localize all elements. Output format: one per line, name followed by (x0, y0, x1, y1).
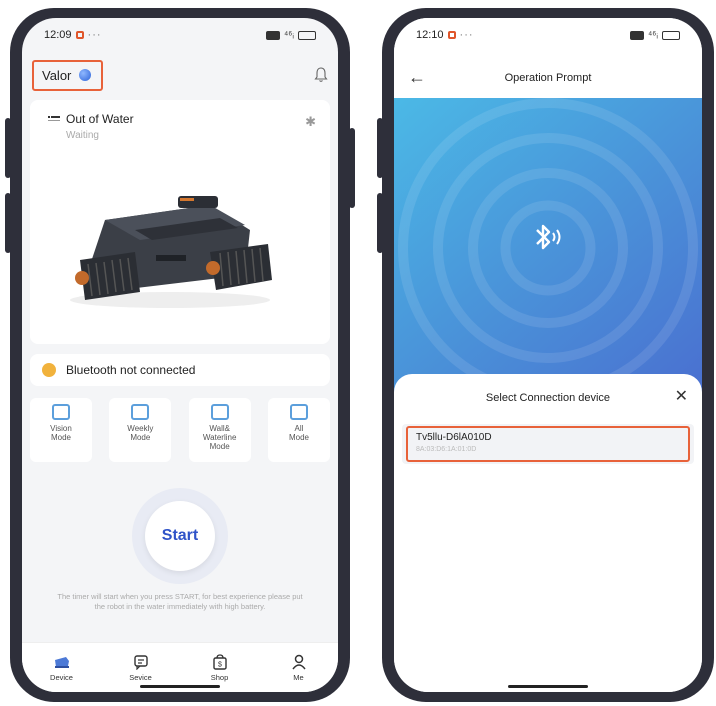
signal-icon: ⁴⁶ᵢ (284, 29, 294, 41)
notification-icon (447, 31, 456, 39)
status-more: ··· (87, 29, 102, 41)
tab-label: Sevice (129, 672, 152, 682)
volume-button (377, 118, 383, 178)
bluetooth-status-card[interactable]: Bluetooth not connected (30, 354, 330, 386)
bell-icon[interactable] (314, 67, 328, 83)
page-title: Operation Prompt (504, 72, 592, 84)
app-header: Valor (32, 58, 328, 92)
device-highlight: Tv5llu-D6lA010D 8A:03:D6:1A:01:0D (406, 426, 690, 462)
start-hint: The timer will start when you press STAR… (57, 592, 303, 611)
status-bar: 12:09 ··· ⁴⁶ᵢ (22, 18, 338, 52)
page-header: ← Operation Prompt (394, 66, 702, 90)
brand-name: Valor (42, 67, 72, 83)
device-card[interactable]: Out of Water Waiting ✱ (30, 100, 330, 344)
power-button (349, 128, 355, 208)
mode-label: All Mode (288, 424, 309, 442)
home-indicator (508, 685, 588, 688)
service-icon (133, 654, 148, 670)
tab-service[interactable]: Sevice (116, 654, 166, 682)
weekly-mode-icon (131, 404, 150, 420)
mode-label: Vision Mode (50, 424, 72, 442)
bluetooth-status-text: Bluetooth not connected (66, 363, 196, 377)
mode-label: Wall& Waterline Mode (202, 424, 237, 451)
bluetooth-scan-area (394, 98, 702, 398)
warning-dot-icon (42, 363, 56, 377)
vision-mode-icon (52, 404, 70, 420)
wall-mode-icon (210, 404, 229, 420)
status-time: 12:09 (44, 29, 72, 41)
device-selection-sheet: Select Connection device ✕ Tv5llu-D6lA01… (394, 374, 702, 692)
status-more: ··· (459, 29, 474, 41)
volume-button (5, 193, 11, 253)
status-title: Out of Water (66, 112, 134, 126)
start-ring: Start (132, 488, 228, 584)
device-mac: 8A:03:D6:1A:01:0D (416, 446, 477, 453)
tab-label: Shop (210, 672, 229, 682)
device-list-item[interactable]: Tv5llu-D6lA010D 8A:03:D6:1A:01:0D (402, 424, 694, 464)
tab-me[interactable]: Me (274, 654, 324, 682)
battery-icon (298, 30, 316, 40)
battery-level-icon (48, 116, 60, 121)
signal-icon: ⁴⁶ᵢ (648, 29, 658, 41)
device-name: Tv5llu-D6lA010D (416, 432, 492, 443)
status-bar: 12:10 ··· ⁴⁶ᵢ (394, 18, 702, 52)
right-phone: 12:10 ··· ⁴⁶ᵢ ← Operation Prompt Select … (377, 8, 714, 702)
robot-icon (54, 656, 69, 668)
battery-icon (662, 30, 680, 40)
hd-icon (630, 30, 644, 40)
notification-icon (75, 31, 84, 39)
globe-icon (79, 69, 92, 81)
hd-icon (266, 30, 280, 40)
app-screen: 12:10 ··· ⁴⁶ᵢ ← Operation Prompt Select … (394, 18, 702, 692)
volume-button (5, 118, 11, 178)
bluetooth-icon (536, 224, 561, 250)
status-time: 12:10 (416, 29, 444, 41)
robot-image (70, 196, 272, 308)
mode-wall-waterline[interactable]: Wall& Waterline Mode (188, 398, 251, 462)
back-arrow-icon[interactable]: ← (408, 66, 426, 88)
start-button[interactable]: Start (145, 501, 215, 571)
app-screen: 12:09 ··· ⁴⁶ᵢ Valor Out of Water Waiting… (22, 18, 338, 692)
home-indicator (140, 685, 220, 688)
mode-all[interactable]: All Mode (267, 398, 330, 462)
svg-text:$: $ (218, 661, 222, 668)
mode-weekly[interactable]: Weekly Mode (109, 398, 172, 462)
status-subtitle: Waiting (66, 130, 99, 141)
tab-device[interactable]: Device (37, 654, 87, 682)
mode-list: Vision Mode Weekly Mode Wall& Waterline Mode… (30, 398, 330, 462)
tab-label: Device (50, 672, 73, 682)
sheet-title: Select Connection device (485, 392, 611, 404)
left-phone: 12:09 ··· ⁴⁶ᵢ Valor Out of Water Waiting… (5, 8, 355, 702)
shop-icon: $ (212, 653, 227, 670)
bluetooth-icon: ✱ (305, 114, 316, 129)
tab-label: Me (293, 672, 304, 682)
mode-label: Weekly Mode (127, 424, 154, 442)
volume-button (377, 193, 383, 253)
tab-shop[interactable]: $ Shop (195, 653, 245, 682)
device-status: Out of Water Waiting (48, 112, 134, 141)
person-icon (291, 654, 306, 669)
close-icon[interactable]: ✕ (675, 386, 688, 406)
mode-vision[interactable]: Vision Mode (30, 398, 92, 462)
brand-selector[interactable]: Valor (32, 59, 104, 91)
all-mode-icon (289, 404, 308, 420)
